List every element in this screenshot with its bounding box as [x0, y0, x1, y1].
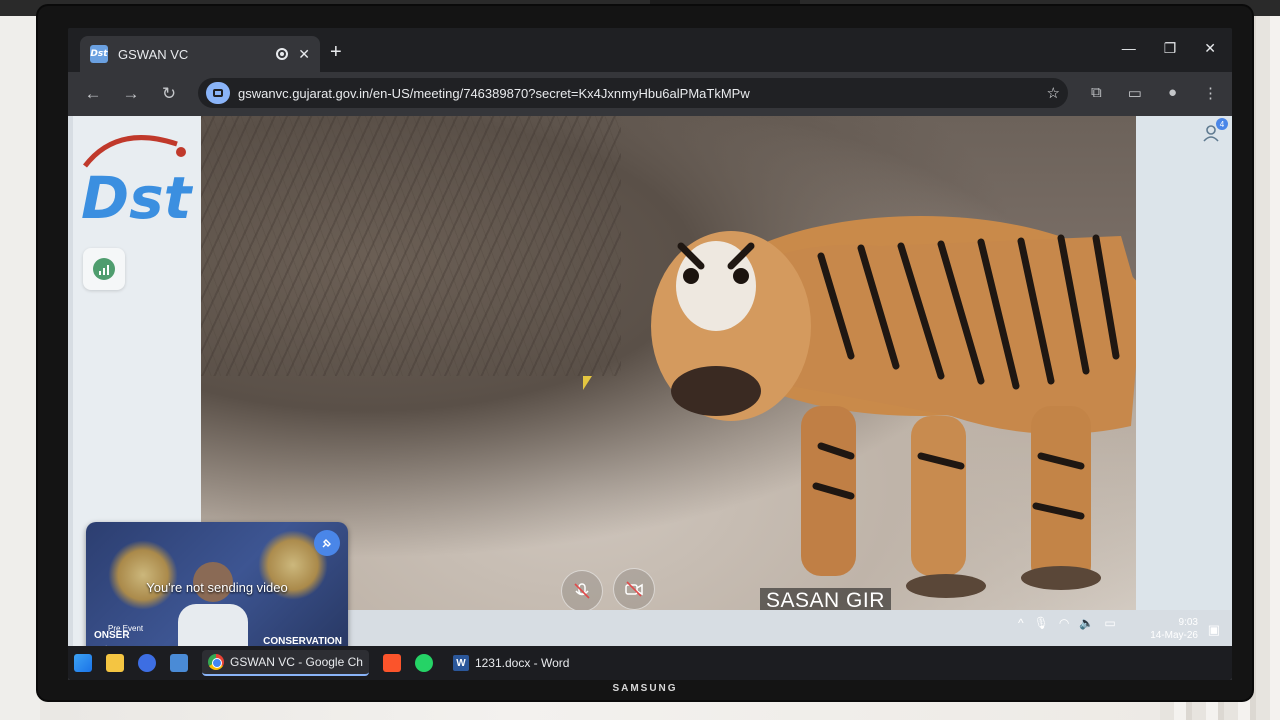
store-icon[interactable] [170, 654, 188, 672]
right-panel: 4 [1136, 116, 1232, 610]
pin-icon [322, 539, 331, 548]
battery-icon[interactable]: ▭ [1104, 616, 1115, 630]
taskbar: GSWAN VC - Google Ch W 1231.docx - Word [68, 646, 1232, 680]
background-brush [201, 116, 621, 376]
network-stats-button[interactable] [83, 248, 125, 290]
word-icon: W [452, 655, 469, 671]
reload-button[interactable]: ↻ [150, 84, 188, 104]
mic-off-icon [574, 583, 590, 599]
participants-button[interactable]: 4 [1202, 118, 1228, 144]
close-tab-icon[interactable]: ✕ [298, 46, 310, 63]
settings-icon[interactable] [138, 654, 156, 672]
url-text: gswanvc.gujarat.gov.in/en-US/meeting/746… [238, 85, 750, 101]
video-off-button[interactable] [613, 568, 655, 610]
profile-icon[interactable]: ● [1168, 84, 1177, 102]
browser-tab[interactable]: Dst GSWAN VC ✕ [80, 36, 320, 72]
browser-toolbar: ← → ↻ gswanvc.gujarat.gov.in/en-US/meeti… [68, 72, 1232, 116]
taskbar-chrome-label: GSWAN VC - Google Ch [230, 655, 363, 669]
menu-icon[interactable]: ⋮ [1203, 84, 1218, 102]
window-controls: — ❐ ✕ [1122, 40, 1216, 57]
address-bar[interactable]: gswanvc.gujarat.gov.in/en-US/meeting/746… [198, 78, 1068, 108]
camera-site-chip-icon[interactable] [206, 82, 230, 104]
windows-start-icon[interactable] [74, 654, 92, 672]
back-button[interactable]: ← [74, 84, 112, 104]
system-tray: ^ 🎙 ◠ 🔈 ▭ [1018, 616, 1116, 630]
new-tab-button[interactable]: + [330, 42, 342, 62]
recording-indicator-icon [276, 48, 289, 60]
close-window-button[interactable]: ✕ [1204, 40, 1216, 57]
pin-self-view-button[interactable] [314, 530, 340, 556]
not-sending-video-text: You're not sending video [146, 580, 288, 595]
speaker-icon[interactable]: 🔈 [1079, 616, 1094, 630]
wifi-icon[interactable]: ◠ [1059, 616, 1069, 630]
tiger-image [651, 216, 1136, 598]
brave-icon[interactable] [382, 654, 401, 672]
taskbar-chrome-app[interactable]: GSWAN VC - Google Ch [202, 650, 369, 676]
svg-text:Dst: Dst [81, 164, 193, 226]
monitor: Dst GSWAN VC ✕ + — ❐ ✕ ← → ↻ gswanvc.guj… [38, 6, 1252, 700]
conservation-left-text: ONSER [94, 630, 130, 641]
clock-date: 14-May-26 [1150, 630, 1198, 641]
system-clock[interactable]: 9:03 14-May-26 [1150, 616, 1198, 642]
minimize-button[interactable]: — [1122, 40, 1136, 57]
chrome-icon [208, 654, 224, 670]
taskbar-word-app[interactable]: W 1231.docx - Word [447, 651, 576, 675]
chevron-up-icon[interactable]: ^ [1018, 616, 1024, 630]
forward-button[interactable]: → [112, 84, 150, 104]
extensions-icon[interactable]: ⧉ [1091, 84, 1102, 102]
signal-bars-icon [93, 258, 115, 280]
toolbar-actions: ⧉ ▭ ● ⋮ [1091, 84, 1218, 102]
file-explorer-icon[interactable] [106, 654, 124, 672]
screen: Dst GSWAN VC ✕ + — ❐ ✕ ← → ↻ gswanvc.guj… [68, 28, 1232, 680]
tab-strip: Dst GSWAN VC ✕ + — ❐ ✕ [68, 28, 1232, 72]
mic-muted-button[interactable] [561, 570, 603, 610]
wall [0, 0, 40, 720]
whatsapp-icon[interactable] [414, 654, 433, 672]
camera-off-icon [625, 581, 643, 597]
cast-icon[interactable]: ▭ [1128, 84, 1142, 102]
dst-favicon-icon: Dst [90, 45, 108, 63]
taskbar-word-label: 1231.docx - Word [474, 656, 570, 670]
bookmark-star-icon[interactable]: ☆ [1047, 84, 1060, 102]
tab-title: GSWAN VC [118, 46, 189, 62]
notification-icon[interactable]: ▣ [1208, 622, 1220, 638]
meeting-page: Dst SASAN GIR 4 You're not sending video… [68, 116, 1232, 680]
participant-name-label: SASAN GIR [760, 588, 891, 610]
restore-button[interactable]: ❐ [1164, 40, 1177, 57]
dst-logo: Dst [81, 135, 193, 226]
mouse-cursor-icon [583, 376, 592, 390]
participants-count-badge: 4 [1216, 118, 1228, 130]
microphone-icon[interactable]: 🎙 [1034, 616, 1049, 630]
clock-time: 9:03 [1178, 617, 1198, 628]
monitor-brand: SAMSUNG [612, 683, 678, 694]
